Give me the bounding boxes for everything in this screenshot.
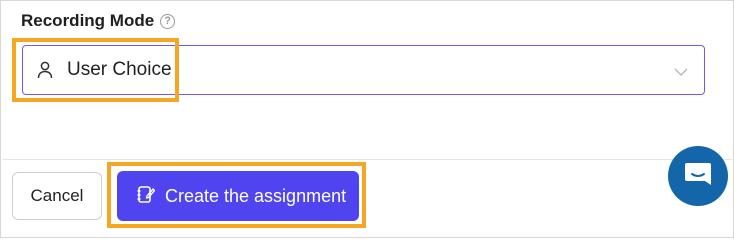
recording-mode-label: Recording Mode — [21, 11, 155, 30]
recording-mode-field-label: Recording Mode ? — [21, 11, 176, 31]
footer-divider — [2, 159, 732, 160]
chat-icon — [683, 160, 713, 193]
assignment-form-panel: Recording Mode ? User Choice Cancel Crea… — [0, 0, 734, 238]
user-icon — [37, 61, 53, 84]
chevron-down-icon — [674, 64, 688, 82]
cancel-button[interactable]: Cancel — [12, 172, 102, 220]
chat-launcher-button[interactable] — [668, 146, 728, 206]
edit-notebook-icon — [137, 184, 156, 209]
create-assignment-label: Create the assignment — [165, 185, 347, 206]
help-circle-icon[interactable]: ? — [160, 13, 176, 29]
recording-mode-select[interactable]: User Choice — [22, 45, 705, 95]
recording-mode-selected-value: User Choice — [67, 59, 172, 80]
create-assignment-button[interactable]: Create the assignment — [117, 171, 359, 221]
